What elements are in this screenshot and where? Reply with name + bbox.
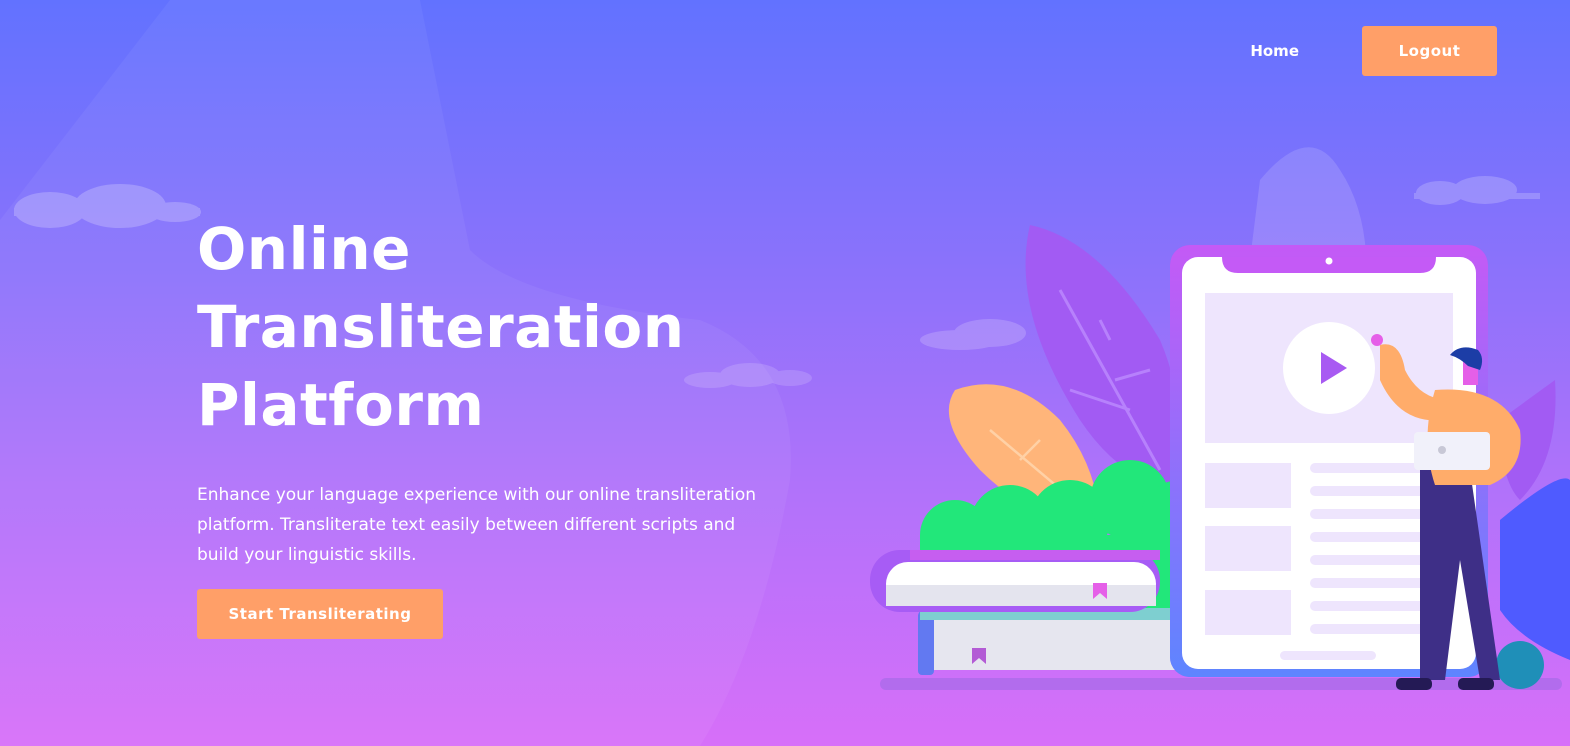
nav-home-link[interactable]: Home <box>1250 42 1299 60</box>
hero-title: Online Transliteration Platform <box>197 210 797 444</box>
hero-description: Enhance your language experience with ou… <box>197 485 757 565</box>
person-with-tablet-and-books-illustration <box>870 147 1570 690</box>
hero-section: Online Transliteration Platform Enhance … <box>197 210 797 570</box>
hero-title-line1: Online <box>197 215 411 283</box>
hero-title-line3: Platform <box>197 371 485 439</box>
logout-button[interactable]: Logout <box>1362 26 1497 76</box>
hero-title-line2: Transliteration <box>197 293 685 361</box>
start-transliterating-button[interactable]: Start Transliterating <box>197 589 443 639</box>
top-nav: Home Logout <box>1250 26 1497 76</box>
